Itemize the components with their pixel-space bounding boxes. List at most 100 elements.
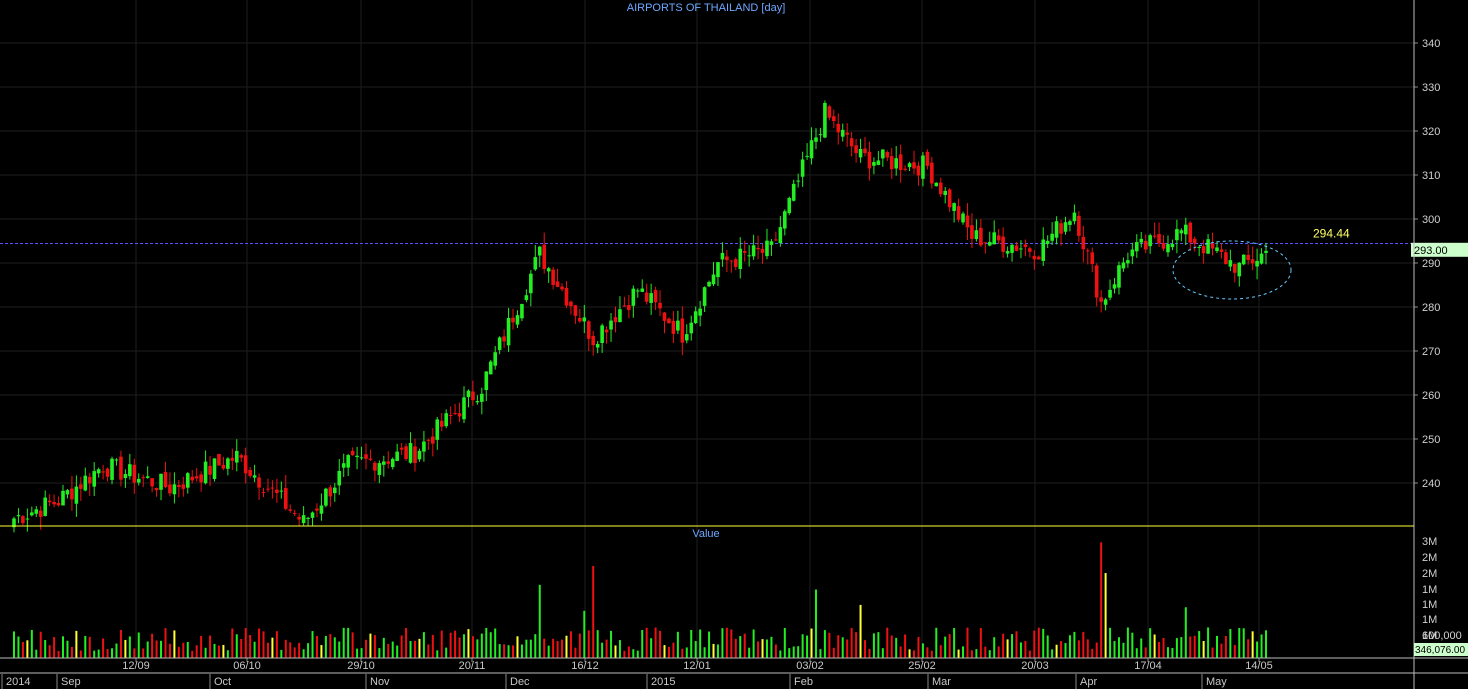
y-tick-label: 240: [1422, 478, 1440, 490]
candle-body: [644, 292, 649, 302]
volume-bar: [1251, 631, 1254, 658]
volume-bar: [213, 643, 216, 658]
candle-body: [756, 247, 760, 250]
volume-bar: [913, 650, 916, 658]
volume-bar: [275, 631, 278, 658]
candle-body: [488, 361, 493, 375]
candle-body: [350, 450, 355, 456]
volume-bar: [315, 635, 318, 658]
x-tick-label-date: 25/02: [908, 660, 936, 672]
candle-body: [1063, 222, 1068, 232]
candle-body: [462, 397, 466, 420]
volume-bar: [226, 650, 229, 658]
candle-body: [733, 259, 738, 267]
volume-bar: [1068, 635, 1071, 658]
candle-body: [275, 489, 279, 493]
volume-bar: [1126, 627, 1129, 658]
volume-bar: [1211, 647, 1214, 658]
candle-body: [457, 413, 462, 417]
volume-bar: [356, 648, 359, 658]
candle-body: [413, 446, 417, 464]
candle-body: [292, 512, 297, 514]
volume-bar: [266, 642, 269, 658]
candle-body: [689, 322, 694, 334]
volume-bar: [454, 630, 457, 658]
candle-body: [546, 268, 551, 272]
volume-bar: [899, 646, 902, 658]
volume-bar: [329, 634, 332, 658]
candle-body: [252, 475, 257, 478]
volume-bar: [369, 633, 372, 658]
candle-body: [1179, 230, 1184, 234]
candle-body: [667, 318, 671, 324]
candle-body: [248, 469, 252, 476]
x-tick-label-month: 2014: [6, 676, 30, 688]
volume-tick-label: 1M: [1422, 614, 1437, 626]
candle-body: [506, 318, 511, 346]
candle-body: [649, 293, 653, 303]
volume-bar: [1042, 628, 1045, 658]
volume-bar: [694, 641, 697, 658]
candle-body: [569, 301, 573, 307]
candle-body: [243, 455, 248, 474]
candle-body: [163, 472, 168, 488]
volume-bar: [182, 642, 185, 658]
candle-body: [47, 500, 52, 503]
volume-bar: [324, 635, 327, 658]
y-tick-label: 300: [1422, 214, 1440, 226]
volume-bar: [342, 627, 345, 658]
volume-bar: [846, 639, 849, 658]
volume-bar: [569, 631, 572, 658]
candle-body: [604, 329, 609, 333]
volume-bar: [177, 646, 180, 658]
volume-tick-label: 3M: [1422, 536, 1437, 548]
candle-body: [1175, 229, 1179, 241]
candle-body: [230, 457, 235, 461]
candle-body: [1250, 259, 1255, 264]
volume-bar: [855, 632, 858, 658]
candle-body: [96, 469, 101, 474]
volume-bar: [543, 638, 546, 658]
candle-body: [1099, 297, 1103, 302]
volume-bar: [1166, 647, 1169, 658]
candle-body: [471, 391, 475, 401]
candle-body: [1170, 243, 1175, 248]
volume-bar: [476, 639, 479, 658]
volume-bar: [53, 637, 56, 658]
candle-body: [983, 242, 988, 244]
volume-bar: [703, 647, 706, 658]
volume-bar: [409, 641, 412, 658]
volume-bar: [757, 641, 760, 658]
volume-bar: [66, 640, 69, 658]
candle-body: [141, 477, 146, 479]
volume-bar: [1180, 637, 1183, 658]
candle-body: [529, 273, 533, 294]
candle-body: [1112, 284, 1117, 289]
volume-tick-label: 2M: [1422, 552, 1437, 564]
volume-bar: [935, 627, 938, 658]
candle-body: [1032, 255, 1037, 260]
candle-body: [1041, 239, 1046, 261]
candle-body: [578, 317, 582, 322]
candle-body: [640, 288, 645, 292]
volume-bar: [659, 630, 662, 658]
volume-bar: [752, 629, 755, 658]
volume-bar: [209, 635, 212, 658]
volume-bar: [699, 629, 702, 658]
candle-body: [849, 138, 854, 147]
volume-bar: [79, 650, 82, 658]
volume-bar: [685, 647, 688, 658]
volume-bar: [320, 645, 323, 658]
x-tick-label-date: 12/01: [683, 660, 711, 672]
candle-body: [493, 352, 497, 366]
reference-line-label: 294.44: [1313, 226, 1350, 240]
volume-bar: [338, 641, 341, 658]
volume-bar: [1207, 627, 1210, 658]
volume-bar: [151, 633, 154, 658]
volume-bar: [904, 634, 907, 658]
candle-body: [355, 455, 359, 458]
candle-body: [270, 487, 275, 489]
volume-bar: [1077, 640, 1080, 658]
candle-body: [319, 505, 324, 514]
volume-bar: [672, 642, 675, 658]
